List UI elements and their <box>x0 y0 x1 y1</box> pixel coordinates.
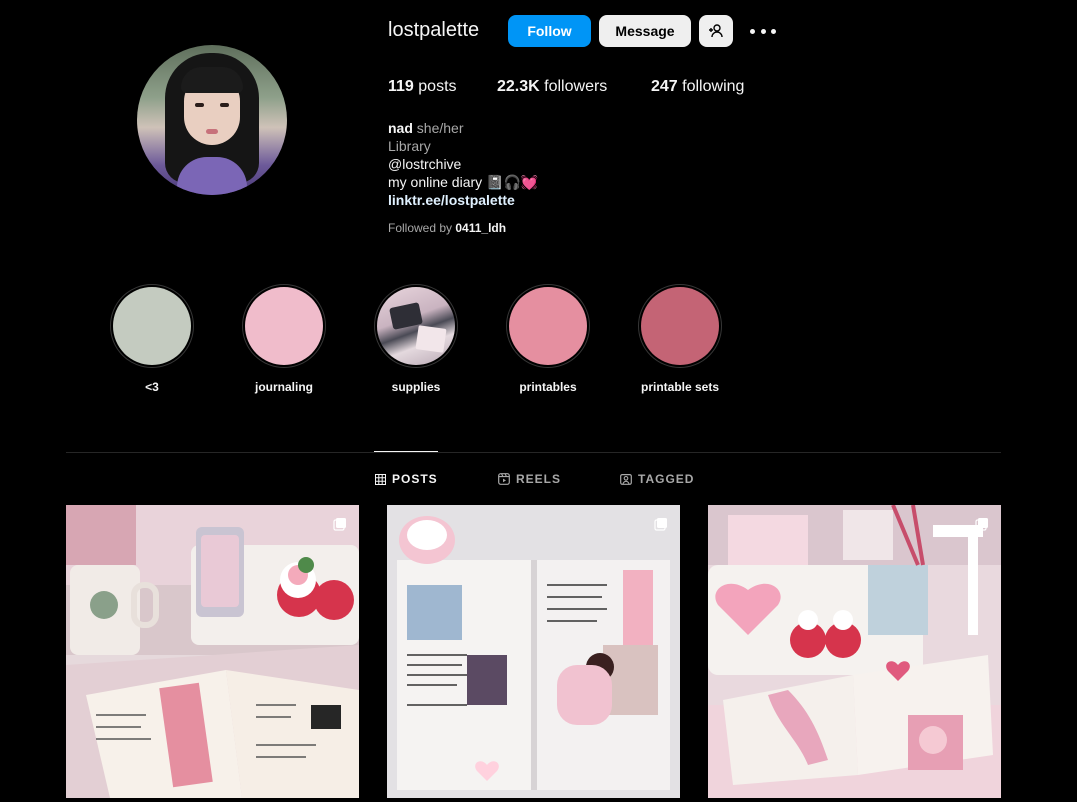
following-count-label: following <box>682 78 745 95</box>
post-photo-open-diary <box>387 505 680 798</box>
dot <box>750 28 755 34</box>
multiple-posts-icon <box>654 518 667 531</box>
highlight-cover <box>509 287 587 365</box>
posts-count-label: posts <box>418 78 457 95</box>
tab-tagged[interactable]: TAGGED <box>620 470 694 488</box>
followers-count[interactable]: 22.3K followers <box>497 78 607 96</box>
pronouns: she/her <box>416 120 464 136</box>
bio-text: my online diary 📓🎧💓 <box>388 174 539 190</box>
avatar-lip <box>206 129 218 134</box>
following-count-value: 247 <box>651 78 678 95</box>
following-count[interactable]: 247 following <box>651 78 744 96</box>
reels-icon <box>498 473 510 485</box>
avatar-bangs <box>181 67 243 93</box>
bio-mention-link[interactable]: @lostrchive <box>388 155 461 173</box>
highlight-1[interactable] <box>110 284 194 368</box>
profile-category: Library <box>388 138 431 154</box>
suggested-accounts-button[interactable] <box>699 15 733 47</box>
tab-tagged-label: TAGGED <box>638 472 695 486</box>
follow-button[interactable]: Follow <box>508 15 591 47</box>
dot <box>760 28 766 34</box>
highlight-2[interactable] <box>242 284 326 368</box>
post-photo-desk-organizer <box>708 505 1001 798</box>
followed-by-user: 0411_ldh <box>455 221 507 235</box>
followed-by[interactable]: Followed by 0411_ldh <box>388 221 506 235</box>
tagged-icon <box>620 474 632 485</box>
profile-avatar[interactable] <box>137 45 287 195</box>
highlight-cover-photo <box>377 287 455 365</box>
highlight-label: printable sets <box>640 380 720 394</box>
profile-username: lostpalette <box>388 19 480 41</box>
followers-count-label: followers <box>544 78 608 95</box>
highlight-label: <3 <box>145 380 159 394</box>
followed-by-label: Followed by <box>388 221 453 235</box>
grid-icon <box>375 473 386 485</box>
avatar-eye <box>195 103 204 107</box>
highlight-cover <box>245 287 323 365</box>
dot <box>771 28 776 34</box>
highlight-cover <box>641 287 719 365</box>
tab-reels[interactable]: REELS <box>498 470 561 488</box>
bio-external-link[interactable]: linktr.ee/lostpalette <box>388 191 515 209</box>
highlight-label: supplies <box>391 380 441 394</box>
highlight-label: journaling <box>255 380 313 394</box>
tab-posts[interactable]: POSTS <box>375 470 438 488</box>
highlight-5[interactable] <box>638 284 722 368</box>
avatar-eye <box>220 103 229 107</box>
tab-reels-label: REELS <box>516 472 562 486</box>
highlight-4[interactable] <box>506 284 590 368</box>
post-tile-2[interactable] <box>387 505 680 798</box>
highlight-cover <box>113 287 191 365</box>
posts-count-value: 119 <box>388 78 414 95</box>
tab-posts-label: POSTS <box>392 472 438 486</box>
post-tile-3[interactable] <box>708 505 1001 798</box>
posts-count: 119 posts <box>388 78 457 96</box>
multiple-posts-icon <box>975 518 988 531</box>
photo-detail <box>415 325 447 353</box>
display-name: nad <box>388 120 413 136</box>
post-tile-1[interactable] <box>66 505 359 798</box>
message-button[interactable]: Message <box>599 15 691 47</box>
tabs-divider <box>66 452 1001 453</box>
active-tab-indicator <box>374 451 438 452</box>
add-person-icon <box>709 24 723 38</box>
multiple-posts-icon <box>333 518 346 531</box>
followers-count-value: 22.3K <box>497 78 540 95</box>
post-photo-journal-desk <box>66 505 359 798</box>
more-options-icon[interactable] <box>750 20 776 42</box>
highlight-label: printables <box>519 380 577 394</box>
highlight-3[interactable] <box>374 284 458 368</box>
bio-name-line: nad she/her <box>388 119 463 137</box>
